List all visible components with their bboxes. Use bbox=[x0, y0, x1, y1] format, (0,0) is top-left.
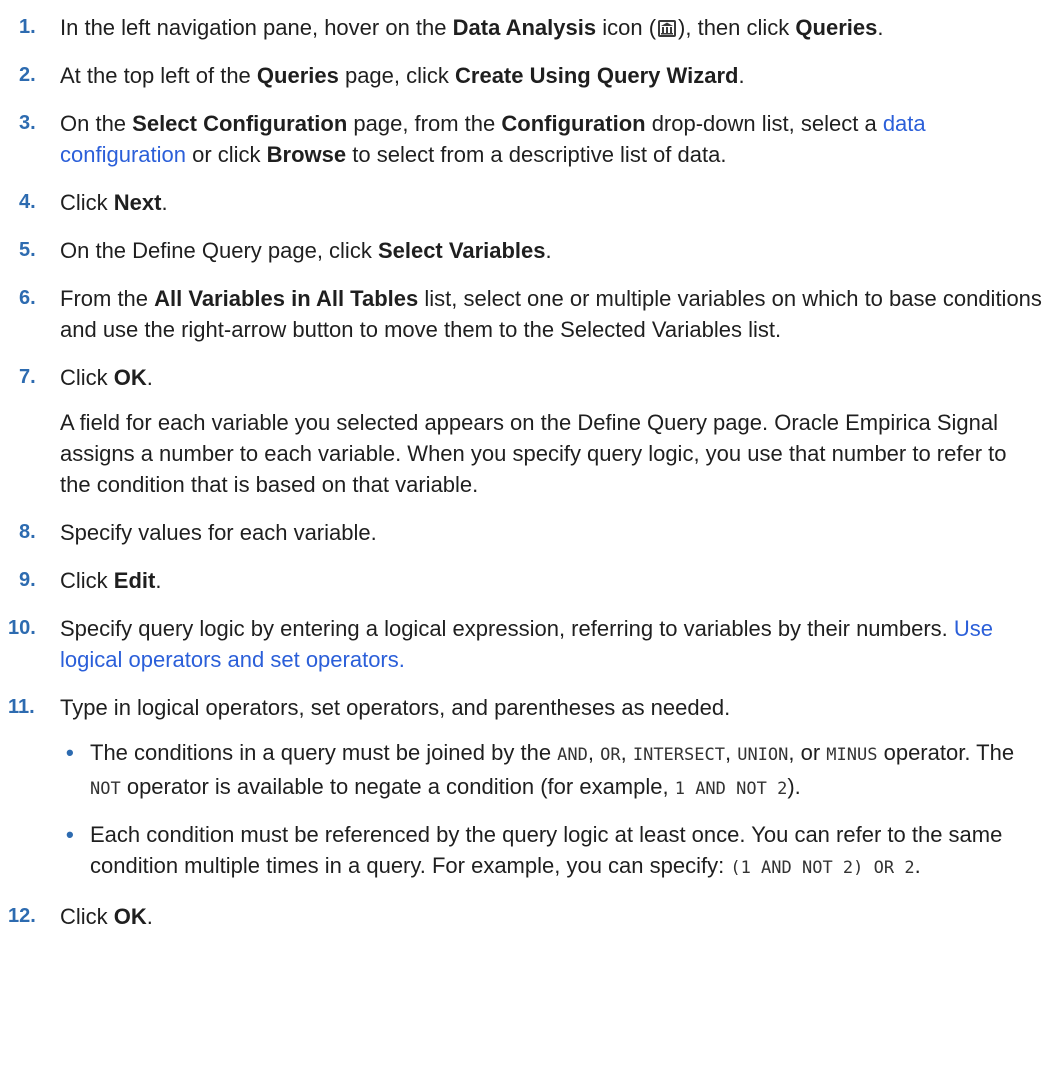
step-11: 11. Type in logical operators, set opera… bbox=[0, 692, 1042, 884]
ui-term-browse: Browse bbox=[266, 142, 347, 167]
step-9: 9. Click Edit. bbox=[0, 565, 1042, 596]
step-text: In the left navigation pane, hover on th… bbox=[60, 15, 884, 40]
step-number: 3. bbox=[19, 112, 36, 134]
step-number: 5. bbox=[19, 239, 36, 261]
data-analysis-icon bbox=[658, 20, 677, 37]
step-text: Click Edit. bbox=[60, 568, 162, 593]
step-text: From the All Variables in All Tables lis… bbox=[60, 286, 1042, 342]
step-6: 6. From the All Variables in All Tables … bbox=[0, 283, 1042, 345]
code-example: (1 AND NOT 2) OR 2 bbox=[730, 858, 915, 878]
ui-term-data-analysis: Data Analysis bbox=[452, 15, 597, 40]
bullet-marker: • bbox=[66, 740, 74, 765]
step-text: Click Next. bbox=[60, 190, 168, 215]
step-4: 4. Click Next. bbox=[0, 187, 1042, 218]
step-text: Specify query logic by entering a logica… bbox=[60, 616, 994, 672]
step-result-paragraph: A field for each variable you selected a… bbox=[60, 410, 1007, 497]
step-1: 1. In the left navigation pane, hover on… bbox=[0, 12, 1042, 43]
ui-term-all-variables: All Variables in All Tables bbox=[154, 286, 419, 311]
list-item: • The conditions in a query must be join… bbox=[60, 737, 1042, 805]
code-term: MINUS bbox=[826, 745, 878, 765]
step-number: 7. bbox=[19, 366, 36, 388]
step-text: On the Define Query page, click Select V… bbox=[60, 238, 552, 263]
step-number: 12. bbox=[8, 905, 36, 927]
step-number: 8. bbox=[19, 521, 36, 543]
step-text: Specify values for each variable. bbox=[60, 520, 377, 545]
code-term: NOT bbox=[90, 779, 121, 799]
ui-term-create-using-query-wizard: Create Using Query Wizard bbox=[455, 63, 739, 88]
step-number: 1. bbox=[19, 16, 36, 38]
bullet-marker: • bbox=[66, 822, 74, 847]
step-2: 2. At the top left of the Queries page, … bbox=[0, 60, 1042, 91]
ui-term-ok: OK bbox=[113, 365, 147, 390]
ui-term-select-variables: Select Variables bbox=[377, 238, 546, 263]
code-term: INTERSECT bbox=[632, 745, 725, 765]
step-number: 11. bbox=[8, 696, 35, 718]
ui-term-next: Next bbox=[113, 190, 162, 215]
step-5: 5. On the Define Query page, click Selec… bbox=[0, 235, 1042, 266]
step-number: 10. bbox=[8, 617, 36, 639]
step-10: 10. Specify query logic by entering a lo… bbox=[0, 613, 1042, 675]
code-term: AND bbox=[557, 745, 588, 765]
step-text: Click OK. bbox=[60, 365, 153, 390]
step-number: 9. bbox=[19, 569, 36, 591]
step-12: 12. Click OK. bbox=[0, 901, 1042, 932]
step-text: On the Select Configuration page, from t… bbox=[60, 111, 926, 167]
ui-term-ok: OK bbox=[113, 904, 147, 929]
ui-term-edit: Edit bbox=[113, 568, 156, 593]
ui-term-configuration: Configuration bbox=[501, 111, 646, 136]
code-example: 1 AND NOT 2 bbox=[674, 779, 788, 799]
procedure-steps: 1. In the left navigation pane, hover on… bbox=[0, 0, 1042, 932]
step-number: 6. bbox=[19, 287, 36, 309]
ui-term-queries: Queries bbox=[256, 63, 339, 88]
step-text: At the top left of the Queries page, cli… bbox=[60, 63, 745, 88]
list-item: • Each condition must be referenced by t… bbox=[60, 819, 1042, 884]
step-7: 7. Click OK. A field for each variable y… bbox=[0, 362, 1042, 500]
step-3: 3. On the Select Configuration page, fro… bbox=[0, 108, 1042, 170]
ui-term-queries: Queries bbox=[795, 15, 878, 40]
code-term: OR bbox=[600, 745, 621, 765]
ui-term-select-configuration: Select Configuration bbox=[132, 111, 348, 136]
step-number: 4. bbox=[19, 191, 36, 213]
step-8: 8. Specify values for each variable. bbox=[0, 517, 1042, 548]
step-text: Type in logical operators, set operators… bbox=[60, 695, 731, 720]
bullet-list: • The conditions in a query must be join… bbox=[60, 737, 1042, 884]
step-text: Click OK. bbox=[60, 904, 153, 929]
code-term: UNION bbox=[737, 745, 789, 765]
step-number: 2. bbox=[19, 64, 36, 86]
